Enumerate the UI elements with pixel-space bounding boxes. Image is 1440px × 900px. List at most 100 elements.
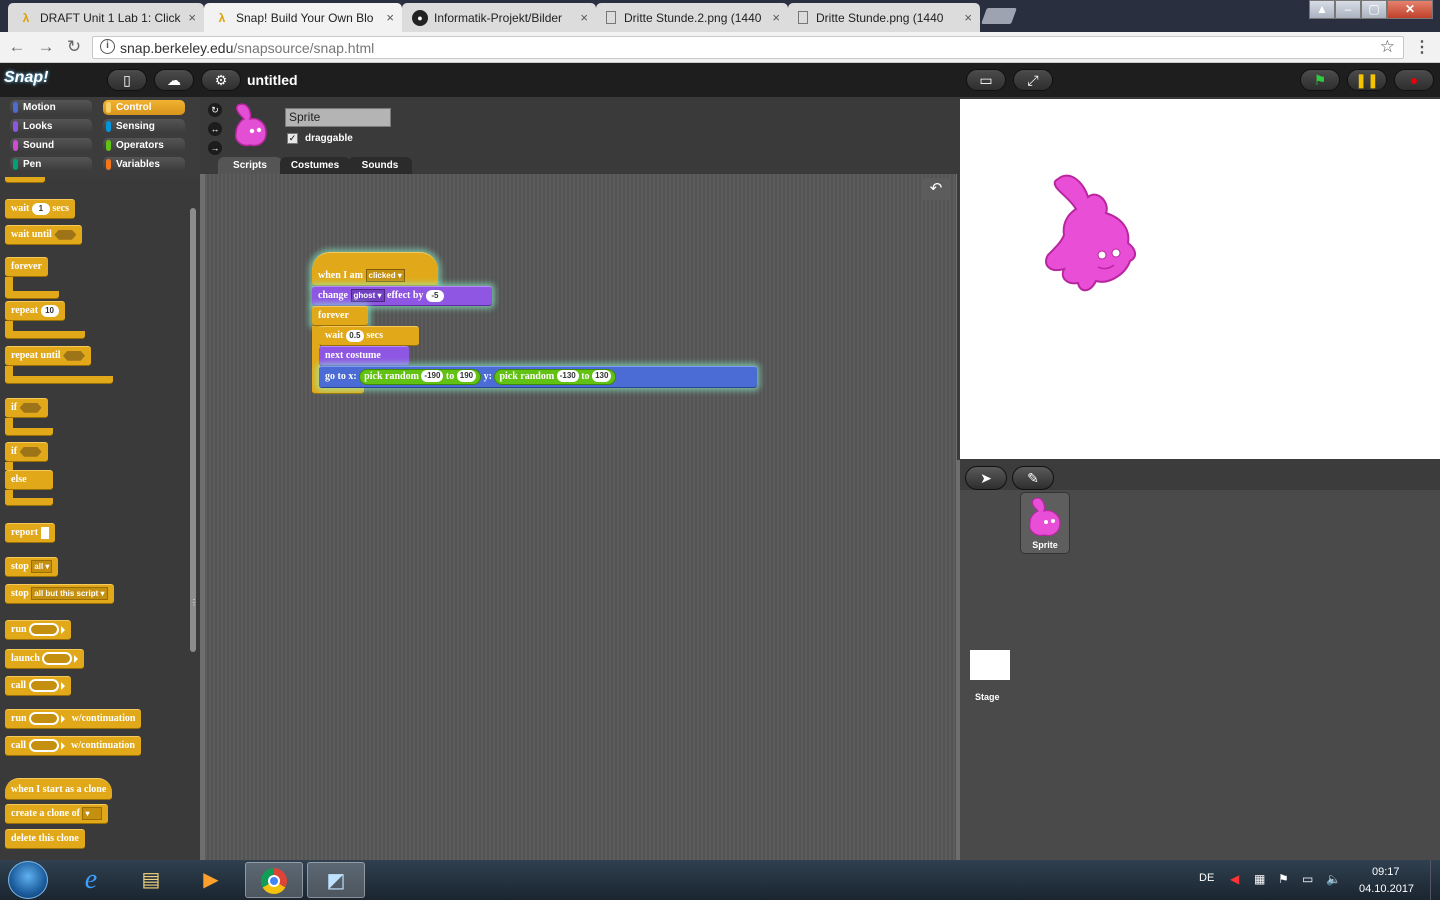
number-slot[interactable]: 10 bbox=[40, 304, 59, 317]
windows-start-button[interactable] bbox=[8, 861, 48, 899]
undo-arrow-icon[interactable]: ↶ bbox=[921, 178, 951, 200]
sprite-name-input[interactable]: Sprite bbox=[285, 108, 391, 127]
ring-slot[interactable] bbox=[29, 623, 60, 637]
number-slot[interactable]: 190 bbox=[456, 370, 477, 383]
number-slot[interactable]: 1 bbox=[31, 202, 50, 215]
stop-other-block[interactable]: stop all but this script ▾ bbox=[5, 584, 114, 604]
number-slot[interactable]: -190 bbox=[421, 370, 444, 383]
internet-explorer-icon[interactable]: e bbox=[62, 862, 120, 898]
pick-random-block[interactable]: pick random -190 to 190 bbox=[359, 368, 482, 385]
category-sound[interactable]: Sound bbox=[10, 138, 92, 153]
tab-costumes[interactable]: Costumes bbox=[280, 157, 350, 174]
language-indicator[interactable]: DE bbox=[1199, 872, 1214, 884]
report-block[interactable]: report bbox=[5, 523, 55, 543]
number-slot[interactable]: 0.5 bbox=[345, 329, 364, 342]
category-motion[interactable]: Motion bbox=[10, 100, 92, 115]
category-control[interactable]: Control bbox=[103, 100, 185, 115]
boolean-slot[interactable] bbox=[19, 402, 42, 413]
clone-target-dropdown[interactable]: ▾ bbox=[82, 807, 103, 821]
reload-icon[interactable]: ↻ bbox=[64, 37, 84, 57]
tab-close-icon[interactable]: × bbox=[772, 10, 780, 25]
rotate-none-icon[interactable]: → bbox=[208, 141, 222, 155]
back-arrow-icon[interactable]: ← bbox=[7, 37, 27, 57]
category-variables[interactable]: Variables bbox=[103, 157, 185, 172]
speaker-icon[interactable]: 🔈 bbox=[1326, 872, 1341, 886]
stage[interactable] bbox=[960, 99, 1440, 459]
tab-close-icon[interactable]: × bbox=[964, 10, 972, 25]
settings-button[interactable]: ⚙ bbox=[201, 69, 241, 91]
ring-slot[interactable] bbox=[29, 712, 60, 726]
browser-tab[interactable]: ● Informatik-Projekt/Bilder × bbox=[402, 3, 596, 32]
scripts-area[interactable]: ↶ when I am clicked ▾ change ghost ▾ eff… bbox=[205, 174, 956, 860]
info-icon[interactable]: i bbox=[100, 39, 115, 54]
number-slot[interactable]: -5 bbox=[425, 289, 444, 302]
number-slot[interactable]: -130 bbox=[556, 370, 579, 383]
sprite-corral-item[interactable]: Sprite bbox=[1020, 492, 1070, 554]
tab-scripts[interactable]: Scripts bbox=[218, 157, 282, 174]
expand-arrow-icon[interactable] bbox=[60, 741, 65, 750]
browser-tab[interactable]: Dritte Stunde.png (1440 × bbox=[788, 3, 980, 32]
palette-resize-handle[interactable]: ⋮ bbox=[190, 598, 198, 608]
goto-xy-block[interactable]: go to x: pick random -190 to 190 y: pick… bbox=[319, 366, 757, 388]
if-else-block[interactable]: if bbox=[5, 442, 48, 462]
text-slot[interactable] bbox=[40, 526, 49, 539]
stop-block[interactable]: stop all ▾ bbox=[5, 557, 59, 577]
call-block[interactable]: call bbox=[5, 676, 71, 696]
file-menu-button[interactable]: ▯ bbox=[107, 69, 147, 91]
pick-random-block[interactable]: pick random -130 to 130 bbox=[494, 368, 617, 385]
ring-slot[interactable] bbox=[42, 652, 73, 666]
repeat-until-block[interactable]: repeat until bbox=[5, 346, 92, 366]
clock-time[interactable]: 09:17 bbox=[1372, 866, 1400, 878]
event-dropdown[interactable]: clicked ▾ bbox=[365, 269, 405, 283]
new-tab-button[interactable] bbox=[981, 8, 1017, 24]
snap-logo[interactable]: Snap! bbox=[4, 69, 48, 87]
rotate-full-icon[interactable]: ↻ bbox=[208, 103, 222, 117]
add-turtle-sprite-button[interactable]: ➤ bbox=[965, 466, 1007, 490]
run-continuation-block[interactable]: run w/continuation bbox=[5, 709, 142, 729]
draggable-checkbox[interactable]: ✓ bbox=[287, 133, 298, 144]
bookmark-star-icon[interactable]: ☆ bbox=[1380, 37, 1395, 57]
tab-close-icon[interactable]: × bbox=[386, 10, 394, 25]
browser-tab-active[interactable]: λ Snap! Build Your Own Blo × bbox=[204, 3, 402, 32]
boolean-slot[interactable] bbox=[63, 350, 86, 361]
change-effect-block[interactable]: change ghost ▾ effect by -5 bbox=[312, 286, 492, 306]
monitor-icon[interactable]: ▭ bbox=[1302, 872, 1313, 886]
next-costume-block[interactable]: next costume bbox=[319, 346, 409, 366]
boolean-slot[interactable] bbox=[54, 229, 77, 240]
stage-corral-item[interactable] bbox=[970, 650, 1010, 680]
stage-size-button[interactable]: ▭ bbox=[966, 69, 1006, 91]
forever-block[interactable]: forever bbox=[312, 306, 368, 326]
expand-arrow-icon[interactable] bbox=[61, 714, 66, 723]
media-player-icon[interactable]: ▶ bbox=[182, 862, 240, 898]
stop-dropdown[interactable]: all but this script ▾ bbox=[31, 587, 108, 601]
category-sensing[interactable]: Sensing bbox=[103, 119, 185, 134]
file-explorer-icon[interactable]: ▤ bbox=[122, 862, 180, 898]
paint-new-sprite-button[interactable]: ✎ bbox=[1012, 466, 1054, 490]
category-pen[interactable]: Pen bbox=[10, 157, 92, 172]
show-desktop-button[interactable] bbox=[1430, 860, 1440, 900]
forever-block[interactable]: forever bbox=[5, 257, 48, 277]
wait-secs-block[interactable]: wait 1 secs bbox=[5, 199, 76, 219]
expand-arrow-icon[interactable] bbox=[60, 681, 65, 690]
user-icon[interactable]: ▲ bbox=[1309, 0, 1335, 19]
create-clone-block[interactable]: create a clone of ▾ bbox=[5, 804, 109, 824]
window-close-button[interactable]: ✕ bbox=[1387, 0, 1433, 19]
pause-button[interactable]: ❚❚ bbox=[1347, 69, 1387, 91]
repeat-block[interactable]: repeat 10 bbox=[5, 301, 65, 321]
when-clicked-hat-block[interactable]: when I am clicked ▾ bbox=[312, 252, 438, 286]
boolean-slot[interactable] bbox=[19, 446, 42, 457]
rotate-leftright-icon[interactable]: ↔ bbox=[208, 122, 222, 136]
presentation-button[interactable]: ⤢ bbox=[1013, 69, 1053, 91]
stop-button[interactable]: ● bbox=[1394, 69, 1434, 91]
browser-menu-icon[interactable]: ⋮ bbox=[1414, 37, 1430, 57]
launch-block[interactable]: launch bbox=[5, 649, 85, 669]
number-slot[interactable]: 130 bbox=[592, 370, 612, 383]
stop-dropdown[interactable]: all ▾ bbox=[31, 560, 53, 574]
expand-arrow-icon[interactable] bbox=[74, 654, 79, 663]
category-looks[interactable]: Looks bbox=[10, 119, 92, 134]
category-operators[interactable]: Operators bbox=[103, 138, 185, 153]
clock-date[interactable]: 04.10.2017 bbox=[1359, 883, 1414, 895]
green-flag-button[interactable]: ⚑ bbox=[1300, 69, 1340, 91]
browser-tab[interactable]: Dritte Stunde.2.png (1440 × bbox=[596, 3, 788, 32]
maximize-button[interactable]: ▢ bbox=[1361, 0, 1387, 19]
